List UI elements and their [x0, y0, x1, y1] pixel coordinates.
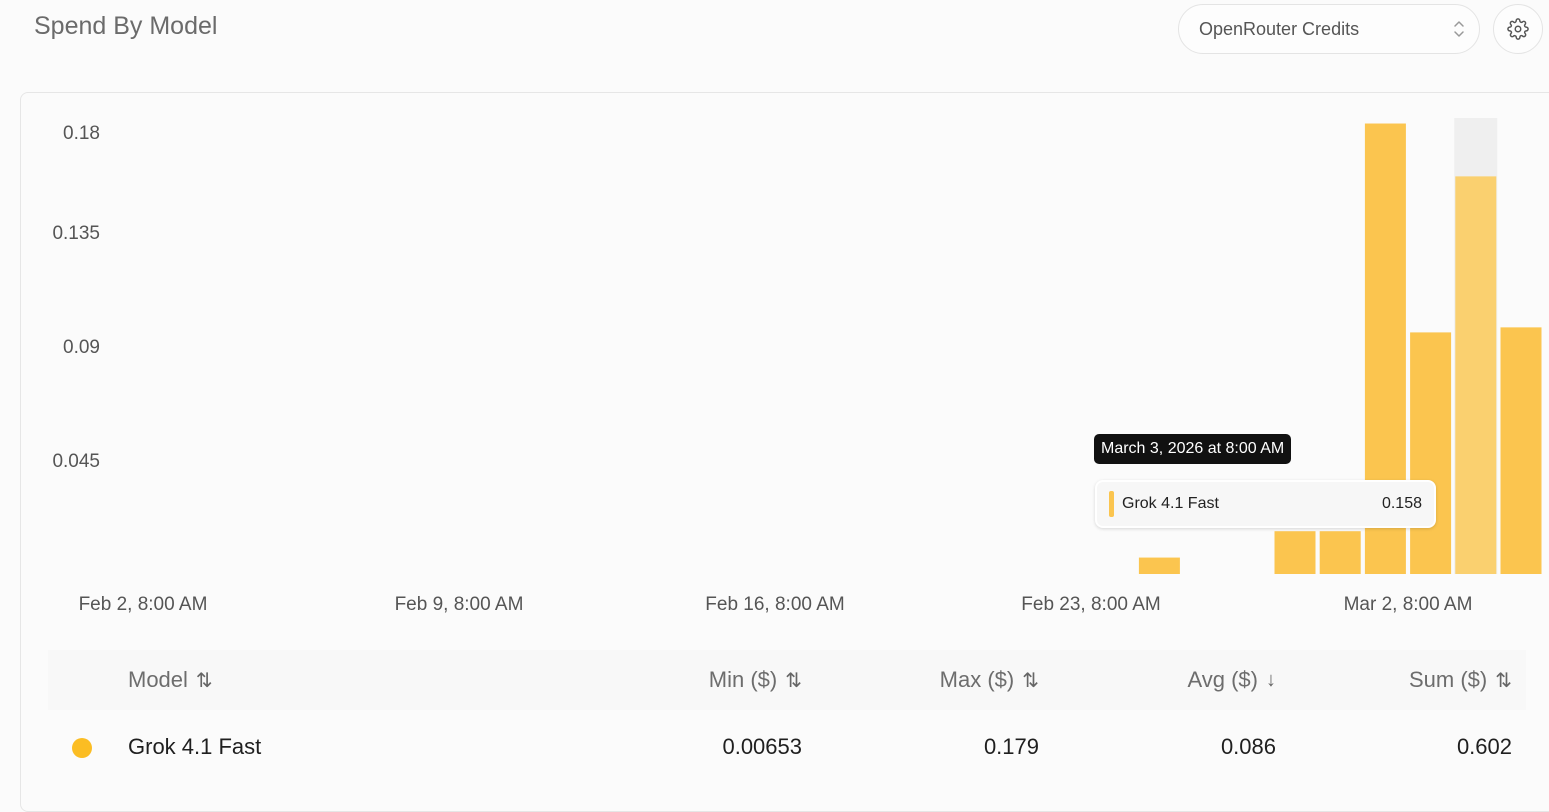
tooltip-series-name: Grok 4.1 Fast — [1122, 495, 1219, 512]
col-header-sum-label: Sum ($) — [1408, 667, 1488, 692]
cell-avg: 0.086 — [1220, 734, 1276, 759]
col-header-sum[interactable]: Sum ($) ⇅ — [1409, 667, 1512, 693]
sort-descending-icon[interactable]: ↓ — [1266, 669, 1276, 692]
tooltip-title: March 3, 2026 at 8:00 AM — [1094, 434, 1292, 464]
chart-bar[interactable] — [1410, 332, 1452, 574]
sort-icon[interactable]: ⇅ — [785, 668, 802, 693]
chart-bar[interactable] — [1274, 531, 1316, 574]
table-header: Model ⇅ Min ($) ⇅ Max ($) ⇅ Avg ($) ↓ Su… — [48, 650, 1526, 710]
chart-bar[interactable] — [1319, 531, 1361, 574]
chart-bar[interactable] — [1455, 176, 1497, 574]
tooltip-body: Grok 4.1 Fast 0.158 — [1095, 480, 1436, 528]
cell-max: 0.179 — [983, 734, 1039, 759]
col-header-avg-label: Avg ($) — [1187, 667, 1258, 692]
col-header-max[interactable]: Max ($) ⇅ — [940, 667, 1039, 693]
spend-bar-chart[interactable]: 0.18 0.135 0.09 0.045 Feb 2, 8:00 AM Feb 9, 8… — [0, 0, 1549, 640]
col-header-min-label: Min ($) — [708, 667, 778, 692]
x-tick-label: Feb 23, 8:00 AM — [1021, 594, 1160, 615]
x-tick-label: Feb 9, 8:00 AM — [395, 594, 524, 615]
table-row[interactable]: Grok 4.1 Fast 0.00653 0.179 0.086 0.602 — [48, 716, 1526, 776]
y-tick-label: 0.09 — [63, 337, 100, 358]
x-tick-label: Mar 2, 8:00 AM — [1344, 594, 1473, 615]
sort-icon[interactable]: ⇅ — [196, 668, 213, 693]
col-header-max-label: Max ($) — [939, 667, 1015, 692]
y-tick-label: 0.045 — [52, 451, 100, 472]
x-tick-label: Feb 2, 8:00 AM — [79, 594, 208, 615]
chart-bar[interactable] — [1138, 557, 1180, 574]
cell-sum: 0.602 — [1456, 734, 1512, 759]
y-tick-label: 0.18 — [63, 123, 100, 144]
tooltip-value: 0.158 — [1381, 495, 1422, 512]
col-header-model-label: Model — [128, 667, 188, 692]
col-header-avg[interactable]: Avg ($) ↓ — [1187, 667, 1276, 693]
x-tick-label: Feb 16, 8:00 AM — [705, 594, 844, 615]
sort-icon[interactable]: ⇅ — [1495, 668, 1512, 693]
series-color-dot — [72, 738, 92, 758]
cell-model: Grok 4.1 Fast — [128, 734, 262, 759]
col-header-min[interactable]: Min ($) ⇅ — [709, 667, 802, 693]
sort-icon[interactable]: ⇅ — [1022, 668, 1039, 693]
col-header-model[interactable]: Model ⇅ — [128, 667, 213, 693]
chart-bar[interactable] — [1500, 327, 1542, 574]
y-tick-label: 0.135 — [52, 223, 100, 244]
tooltip-swatch — [1109, 491, 1114, 517]
cell-min: 0.00653 — [722, 734, 802, 759]
